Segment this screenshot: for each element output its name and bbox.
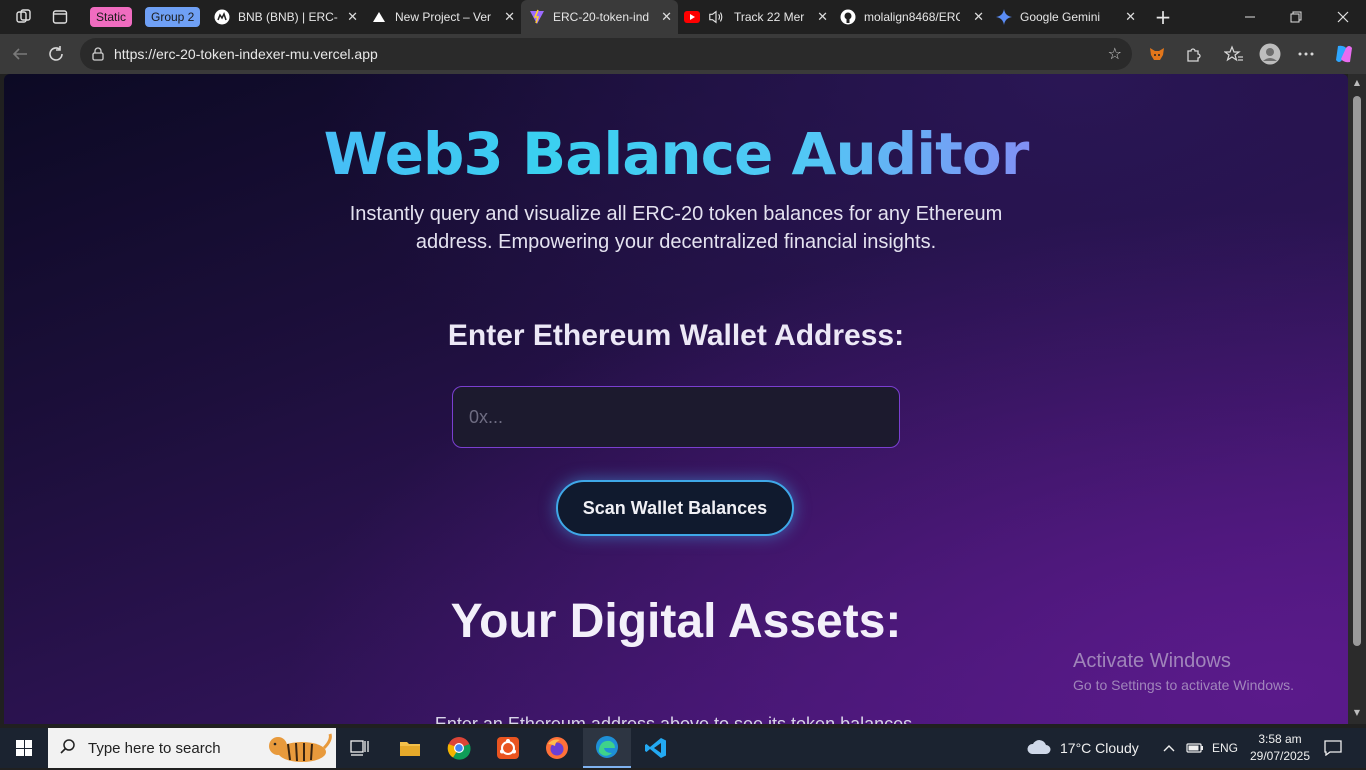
scroll-thumb[interactable]	[1353, 96, 1361, 646]
github-favicon-icon	[840, 9, 856, 25]
tab-erc20-indexer[interactable]: ERC-20-token-ind ✕	[521, 0, 678, 34]
back-icon[interactable]	[8, 42, 32, 66]
tab-title: Track 22 Mer	[734, 10, 805, 24]
close-icon[interactable]: ✕	[347, 9, 358, 25]
tab-group-static[interactable]: Static	[90, 7, 133, 27]
taskbar-search[interactable]: Type here to search	[48, 728, 336, 768]
wallet-address-input[interactable]	[452, 386, 900, 448]
search-placeholder: Type here to search	[88, 739, 221, 757]
new-tab-icon[interactable]: +	[1152, 5, 1174, 29]
page-title: Web3 Balance Auditor	[4, 120, 1348, 188]
close-window-icon[interactable]	[1320, 4, 1366, 30]
address-bar[interactable]: https://erc-20-token-indexer-mu.vercel.a…	[80, 38, 1132, 70]
assets-title: Your Digital Assets:	[450, 595, 902, 648]
favorites-icon[interactable]	[1222, 42, 1246, 66]
restore-icon[interactable]	[1273, 4, 1319, 30]
windows-taskbar: Type here to search 17°C Cloudy ENG 3:58…	[0, 728, 1366, 768]
file-explorer-icon[interactable]	[386, 728, 434, 768]
browser-tab-strip: Static Group 2 BNB (BNB) | ERC-2 ✕ New P…	[0, 0, 1366, 34]
tab-youtube[interactable]: Track 22 Mer ✕	[684, 4, 834, 30]
battery-network-icon[interactable]	[1186, 728, 1204, 768]
tab-github[interactable]: molalign8468/ERC ✕	[840, 4, 990, 30]
extensions-icon[interactable]	[1181, 42, 1205, 66]
page-subtitle: Instantly query and visualize all ERC-20…	[349, 203, 1003, 253]
bnb-favicon-icon	[214, 9, 230, 25]
tab-group-2[interactable]: Group 2	[145, 7, 201, 27]
chrome-icon[interactable]	[435, 728, 483, 768]
tab-title: Google Gemini	[1020, 10, 1101, 24]
profile-avatar-icon[interactable]	[1258, 42, 1282, 66]
scan-wallet-button[interactable]: Scan Wallet Balances	[556, 480, 794, 536]
close-icon[interactable]: ✕	[661, 9, 672, 25]
tab-title: New Project – Ver	[395, 10, 492, 24]
close-icon[interactable]: ✕	[817, 9, 828, 25]
site-info-icon[interactable]	[90, 46, 106, 62]
firefox-icon[interactable]	[533, 728, 581, 768]
search-icon	[60, 738, 76, 758]
start-button[interactable]	[0, 728, 48, 768]
scroll-up-icon[interactable]: ▲	[1352, 78, 1362, 88]
address-label: Enter Ethereum Wallet Address:	[447, 319, 905, 352]
page-scrollbar[interactable]: ▲ ▼	[1348, 74, 1366, 724]
ubuntu-icon[interactable]	[484, 728, 532, 768]
tab-actions-icon[interactable]	[49, 6, 71, 28]
tab-gemini[interactable]: Google Gemini ✕	[996, 4, 1142, 30]
cloud-icon	[1026, 738, 1052, 759]
weather-widget[interactable]: 17°C Cloudy	[1026, 728, 1139, 768]
scroll-down-icon[interactable]: ▼	[1352, 708, 1362, 718]
refresh-icon[interactable]	[44, 42, 68, 66]
clock-date: 29/07/2025	[1249, 749, 1311, 763]
close-icon[interactable]: ✕	[973, 9, 984, 25]
watermark-subtitle: Go to Settings to activate Windows.	[1073, 677, 1294, 693]
windows-logo-icon	[16, 740, 32, 756]
tab-bnb[interactable]: BNB (BNB) | ERC-2 ✕	[214, 4, 364, 30]
clock-time: 3:58 am	[1258, 732, 1302, 746]
weather-text: 17°C Cloudy	[1060, 740, 1139, 756]
copilot-icon[interactable]	[1332, 42, 1356, 66]
youtube-favicon-icon	[684, 9, 700, 25]
close-icon[interactable]: ✕	[1125, 9, 1136, 25]
language-indicator[interactable]: ENG	[1212, 728, 1238, 768]
browser-toolbar: https://erc-20-token-indexer-mu.vercel.a…	[0, 34, 1366, 74]
system-clock[interactable]: 3:58 am 29/07/2025	[1248, 731, 1312, 765]
page-viewport: Web3 Balance Auditor Instantly query and…	[4, 74, 1348, 724]
favorite-star-icon[interactable]: ☆	[1108, 44, 1122, 63]
tray-overflow-icon[interactable]	[1162, 728, 1176, 768]
minimize-icon[interactable]	[1227, 4, 1273, 30]
close-icon[interactable]: ✕	[504, 9, 515, 25]
gemini-favicon-icon	[996, 9, 1012, 25]
notifications-icon[interactable]	[1324, 728, 1342, 768]
edge-icon[interactable]	[583, 728, 631, 768]
tiger-highlight-icon[interactable]	[264, 730, 334, 766]
url-text: https://erc-20-token-indexer-mu.vercel.a…	[114, 46, 378, 62]
vscode-icon[interactable]	[632, 728, 680, 768]
activate-windows-watermark: Activate Windows Go to Settings to activ…	[1073, 650, 1294, 693]
metamask-extension-icon[interactable]	[1145, 42, 1169, 66]
vite-favicon-icon	[529, 9, 545, 25]
more-options-icon[interactable]	[1294, 42, 1318, 66]
workspaces-icon[interactable]	[13, 6, 35, 28]
watermark-title: Activate Windows	[1073, 650, 1231, 672]
task-view-icon[interactable]	[336, 728, 384, 768]
speaker-icon[interactable]	[708, 9, 724, 25]
tab-title: BNB (BNB) | ERC-2	[238, 10, 338, 24]
vercel-favicon-icon	[371, 9, 387, 25]
tab-title: ERC-20-token-ind	[553, 10, 650, 24]
assets-hint: Enter an Ethereum address above to see i…	[434, 714, 918, 724]
tab-vercel[interactable]: New Project – Ver ✕	[371, 4, 521, 30]
tab-title: molalign8468/ERC	[864, 10, 960, 24]
